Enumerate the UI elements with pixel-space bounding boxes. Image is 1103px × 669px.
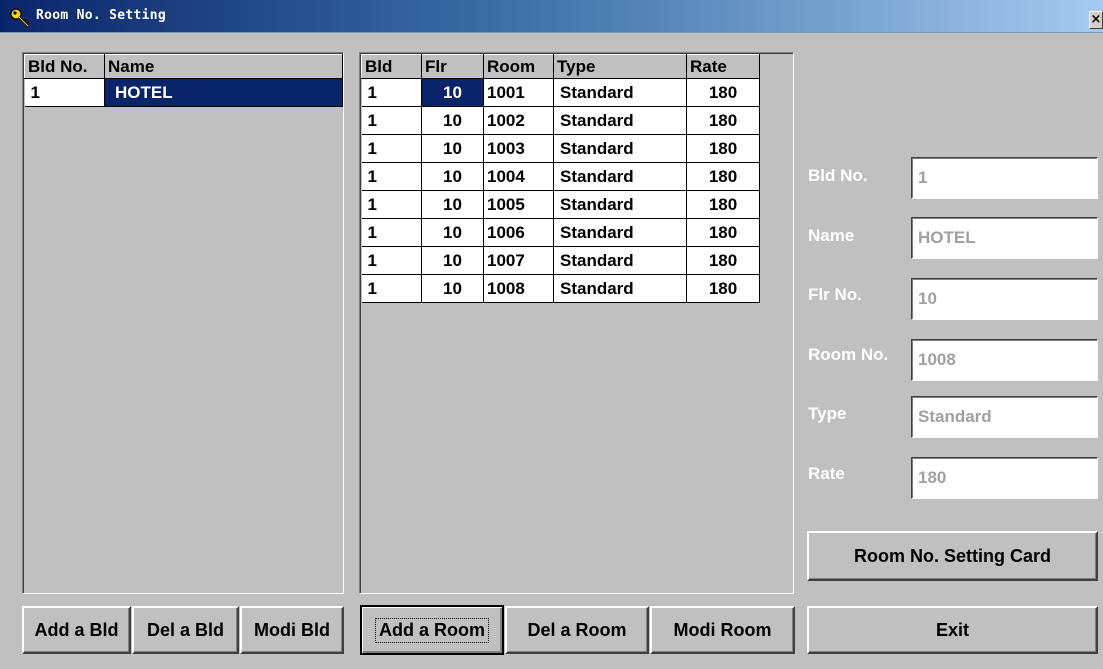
name-field[interactable]: HOTEL	[911, 217, 1098, 259]
add-bld-button[interactable]: Add a Bld	[22, 606, 131, 654]
column-header-type[interactable]: Type	[553, 54, 687, 79]
rate-field[interactable]: 180	[911, 457, 1098, 499]
flr-cell[interactable]: 10	[421, 78, 484, 107]
table-row[interactable]: 1 HOTEL	[24, 78, 343, 107]
table-row[interactable]: 1 10 1008 Standard 180	[361, 274, 760, 303]
building-grid[interactable]: Bld No. Name 1 HOTEL	[22, 52, 344, 594]
flr-cell[interactable]: 10	[421, 106, 484, 135]
type-label: Type	[808, 404, 847, 423]
flr-cell[interactable]: 10	[421, 246, 484, 275]
column-header-rate[interactable]: Rate	[686, 54, 760, 79]
key-icon	[9, 7, 31, 29]
rate-cell[interactable]: 180	[686, 246, 760, 275]
add-bld-label: Add a Bld	[34, 619, 119, 640]
del-room-button[interactable]: Del a Room	[505, 606, 649, 654]
table-row[interactable]: 1 10 1001 Standard 180	[361, 78, 760, 107]
column-header-flr[interactable]: Flr	[421, 54, 484, 79]
table-row[interactable]: 1 10 1007 Standard 180	[361, 246, 760, 275]
bld-cell[interactable]: 1	[361, 162, 422, 191]
room-cell[interactable]: 1005	[483, 190, 554, 219]
flr-cell[interactable]: 10	[421, 134, 484, 163]
rate-cell[interactable]: 180	[686, 134, 760, 163]
table-row[interactable]: 1 10 1003 Standard 180	[361, 134, 760, 163]
type-cell[interactable]: Standard	[553, 106, 687, 135]
bld-cell[interactable]: 1	[361, 78, 422, 107]
bld-cell[interactable]: 1	[361, 106, 422, 135]
room-cell[interactable]: 1003	[483, 134, 554, 163]
bld-cell[interactable]: 1	[361, 274, 422, 303]
type-cell[interactable]: Standard	[553, 190, 687, 219]
title-bar: Room No. Setting ×	[0, 0, 1103, 33]
type-cell[interactable]: Standard	[553, 134, 687, 163]
rate-cell[interactable]: 180	[686, 162, 760, 191]
modi-bld-label: Modi Bld	[254, 619, 330, 640]
bld-no-field[interactable]: 1	[911, 157, 1098, 199]
flr-no-field[interactable]: 10	[911, 278, 1098, 320]
name-label: Name	[808, 226, 855, 245]
room-grid[interactable]: Bld Flr Room Type Rate 1 10 1001 Standar…	[359, 52, 794, 594]
table-row[interactable]: 1 10 1004 Standard 180	[361, 162, 760, 191]
room-cell[interactable]: 1002	[483, 106, 554, 135]
rate-cell[interactable]: 180	[686, 190, 760, 219]
rate-cell[interactable]: 180	[686, 218, 760, 247]
flr-cell[interactable]: 10	[421, 162, 484, 191]
modi-room-label: Modi Room	[673, 619, 772, 640]
room-cell[interactable]: 1007	[483, 246, 554, 275]
room-cell[interactable]: 1001	[483, 78, 554, 107]
rate-label: Rate	[808, 464, 845, 483]
rate-cell[interactable]: 180	[686, 78, 760, 107]
room-no-setting-card-button[interactable]: Room No. Setting Card	[807, 531, 1098, 581]
room-cell[interactable]: 1006	[483, 218, 554, 247]
room-no-label: Room No.	[808, 345, 889, 364]
column-header-room[interactable]: Room	[483, 54, 554, 79]
room-cell[interactable]: 1008	[483, 274, 554, 303]
column-header-bld[interactable]: Bld	[361, 54, 422, 79]
rate-cell[interactable]: 180	[686, 274, 760, 303]
type-cell[interactable]: Standard	[553, 78, 687, 107]
table-row[interactable]: 1 10 1006 Standard 180	[361, 218, 760, 247]
room-no-field[interactable]: 1008	[911, 339, 1098, 381]
flr-no-label: Flr No.	[808, 285, 862, 304]
column-header-name[interactable]: Name	[104, 54, 343, 79]
modi-room-button[interactable]: Modi Room	[650, 606, 795, 654]
modi-bld-button[interactable]: Modi Bld	[240, 606, 344, 654]
add-room-button[interactable]: Add a Room	[360, 605, 504, 655]
window-title: Room No. Setting	[36, 8, 167, 23]
del-bld-button[interactable]: Del a Bld	[132, 606, 239, 654]
type-field[interactable]: Standard	[911, 396, 1098, 438]
bld-cell[interactable]: 1	[361, 134, 422, 163]
exit-label: Exit	[935, 619, 969, 640]
bld-no-label: Bld No.	[808, 166, 868, 185]
type-cell[interactable]: Standard	[553, 246, 687, 275]
close-icon[interactable]: ×	[1089, 11, 1103, 29]
name-cell[interactable]: HOTEL	[104, 78, 343, 107]
type-cell[interactable]: Standard	[553, 274, 687, 303]
bld-no-cell[interactable]: 1	[24, 78, 105, 107]
type-cell[interactable]: Standard	[553, 162, 687, 191]
flr-cell[interactable]: 10	[421, 218, 484, 247]
table-row[interactable]: 1 10 1002 Standard 180	[361, 106, 760, 135]
bld-cell[interactable]: 1	[361, 190, 422, 219]
bld-cell[interactable]: 1	[361, 246, 422, 275]
room-no-setting-card-label: Room No. Setting Card	[854, 545, 1051, 566]
add-room-label: Add a Room	[375, 617, 489, 643]
del-bld-label: Del a Bld	[146, 619, 225, 640]
table-row[interactable]: 1 10 1005 Standard 180	[361, 190, 760, 219]
room-cell[interactable]: 1004	[483, 162, 554, 191]
rate-cell[interactable]: 180	[686, 106, 760, 135]
bld-cell[interactable]: 1	[361, 218, 422, 247]
del-room-label: Del a Room	[527, 619, 627, 640]
type-cell[interactable]: Standard	[553, 218, 687, 247]
flr-cell[interactable]: 10	[421, 190, 484, 219]
flr-cell[interactable]: 10	[421, 274, 484, 303]
exit-button[interactable]: Exit	[807, 606, 1098, 654]
column-header-bld-no[interactable]: Bld No.	[24, 54, 105, 79]
